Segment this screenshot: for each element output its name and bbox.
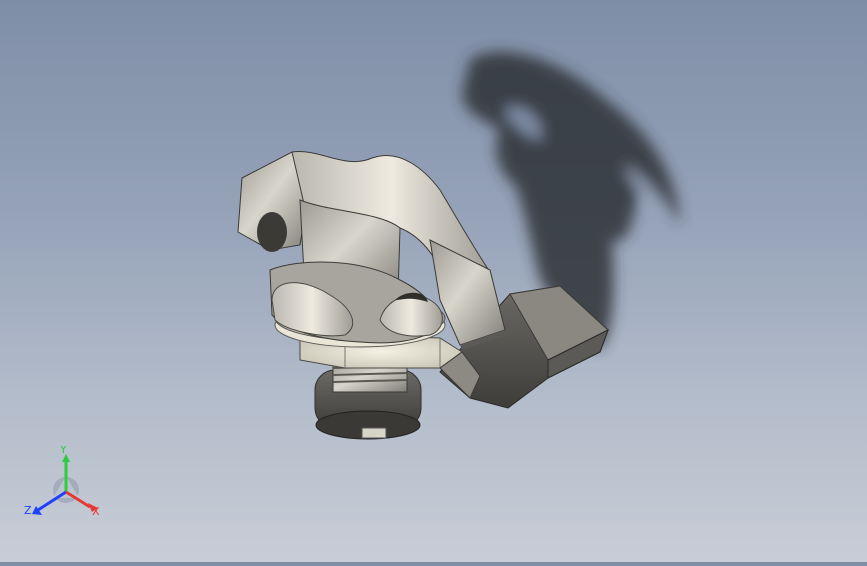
triad-canvas: Y Z X xyxy=(24,443,100,518)
z-axis-label: Z xyxy=(24,504,32,517)
orientation-triad[interactable]: Y Z X xyxy=(22,443,108,524)
graphics-viewport[interactable]: Y Z X xyxy=(0,0,867,562)
wing-head[interactable] xyxy=(237,151,508,350)
y-axis-label: Y xyxy=(59,446,67,456)
threaded-shank[interactable] xyxy=(314,361,422,440)
model-canvas[interactable] xyxy=(0,0,867,562)
x-axis-label: X xyxy=(92,505,100,518)
